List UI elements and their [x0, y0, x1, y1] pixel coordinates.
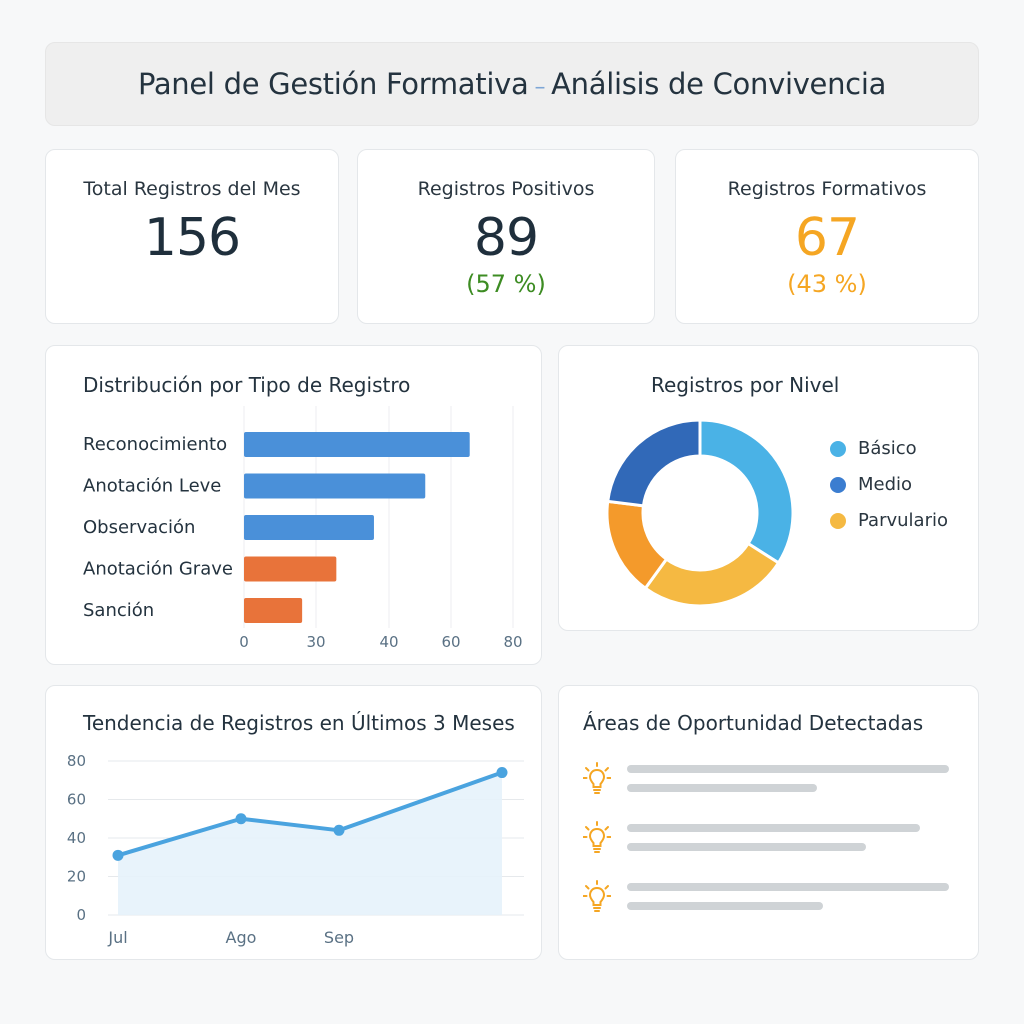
- opportunity-title: Áreas de Oportunidad Detectadas: [583, 711, 924, 735]
- lightbulb-icon: [583, 762, 611, 794]
- x-tick-label: Sep: [324, 928, 354, 947]
- page-title-sub: Análisis de Convivencia: [551, 67, 887, 101]
- category-label: Reconocimiento: [83, 434, 227, 455]
- placeholder-text-line: [627, 843, 866, 851]
- kpi-label: Registros Formativos: [727, 178, 927, 200]
- legend-item[interactable]: Básico: [830, 438, 917, 459]
- y-tick-label: 80: [67, 752, 86, 770]
- kpi-percentage: (57 %): [466, 270, 546, 298]
- kpi-card-total[interactable]: Total Registros del Mes 156: [45, 149, 339, 324]
- data-point[interactable]: [496, 767, 508, 779]
- legend-label: Parvulario: [858, 510, 948, 531]
- line-chart-panel: Tendencia de Registros en Últimos 3 Mese…: [45, 685, 542, 960]
- donut-slice[interactable]: [606, 418, 702, 508]
- page-title: Panel de Gestión Formativa – Análisis de C…: [138, 67, 886, 101]
- bar-chart-panel: Distribución por Tipo de Registro 0 30 40 6…: [45, 345, 542, 665]
- category-label: Observación: [83, 517, 195, 538]
- line-chart[interactable]: 0 20 40 60 80 Jul Ago Sep: [46, 686, 543, 961]
- x-tick-label: 30: [306, 633, 325, 651]
- x-tick-label: 0: [239, 633, 249, 651]
- bar[interactable]: [244, 598, 303, 623]
- kpi-card-formative[interactable]: Registros Formativos 67 (43 %): [675, 149, 979, 324]
- kpi-value: 156: [143, 208, 241, 268]
- opportunity-item[interactable]: [583, 762, 963, 802]
- opportunity-panel: Áreas de Oportunidad Detectadas: [558, 685, 979, 960]
- kpi-value: 67: [794, 208, 860, 268]
- legend-swatch: [830, 440, 846, 457]
- placeholder-text-line: [627, 883, 949, 891]
- bar-chart[interactable]: 0 30 40 60 80 Reconocimiento Anotación Leve Obs…: [46, 346, 543, 666]
- bar[interactable]: [244, 432, 470, 457]
- kpi-percentage: (43 %): [787, 270, 867, 298]
- kpi-value: 89: [473, 208, 539, 268]
- page-title-main: Panel de Gestión Formativa: [137, 67, 529, 101]
- opportunity-item[interactable]: [583, 821, 963, 861]
- y-tick-label: 0: [76, 906, 86, 924]
- lightbulb-icon: [583, 821, 611, 853]
- data-point[interactable]: [333, 824, 345, 836]
- x-tick-label: Jul: [107, 928, 127, 947]
- donut-chart[interactable]: [559, 346, 980, 632]
- legend-swatch: [830, 476, 846, 493]
- legend-item[interactable]: Parvulario: [830, 510, 948, 531]
- opportunity-item[interactable]: [583, 880, 963, 920]
- placeholder-text-line: [627, 765, 949, 773]
- placeholder-text-line: [627, 824, 920, 832]
- lightbulb-icon: [583, 880, 611, 912]
- kpi-card-positive[interactable]: Registros Positivos 89 (57 %): [357, 149, 655, 324]
- donut-slice[interactable]: [643, 541, 781, 608]
- x-tick-label: 60: [441, 633, 460, 651]
- category-label: Anotación Leve: [83, 476, 221, 497]
- bar[interactable]: [244, 515, 374, 540]
- data-point[interactable]: [235, 813, 247, 825]
- title-separator: –: [534, 75, 546, 100]
- x-tick-label: Ago: [226, 928, 257, 947]
- placeholder-text-line: [627, 784, 817, 792]
- legend-label: Básico: [858, 438, 917, 459]
- y-tick-label: 40: [67, 829, 86, 847]
- data-point[interactable]: [112, 849, 124, 861]
- kpi-label: Registros Positivos: [417, 178, 595, 200]
- x-tick-label: 40: [379, 633, 398, 651]
- category-label: Anotación Grave: [83, 559, 233, 580]
- donut-chart-panel: Registros por Nivel Básico Medio Parvulari…: [558, 345, 979, 631]
- placeholder-text-line: [627, 902, 823, 910]
- page-header: Panel de Gestión Formativa – Análisis de C…: [45, 42, 979, 126]
- legend-swatch: [830, 512, 846, 529]
- bar[interactable]: [244, 473, 426, 499]
- legend-item[interactable]: Medio: [830, 474, 912, 495]
- category-label: Sanción: [83, 600, 154, 621]
- y-tick-label: 60: [67, 791, 86, 809]
- x-tick-label: 80: [503, 633, 522, 651]
- legend-label: Medio: [858, 474, 913, 495]
- donut-slice[interactable]: [698, 418, 795, 565]
- kpi-label: Total Registros del Mes: [83, 178, 301, 200]
- bar[interactable]: [244, 556, 337, 582]
- y-tick-label: 20: [67, 868, 86, 886]
